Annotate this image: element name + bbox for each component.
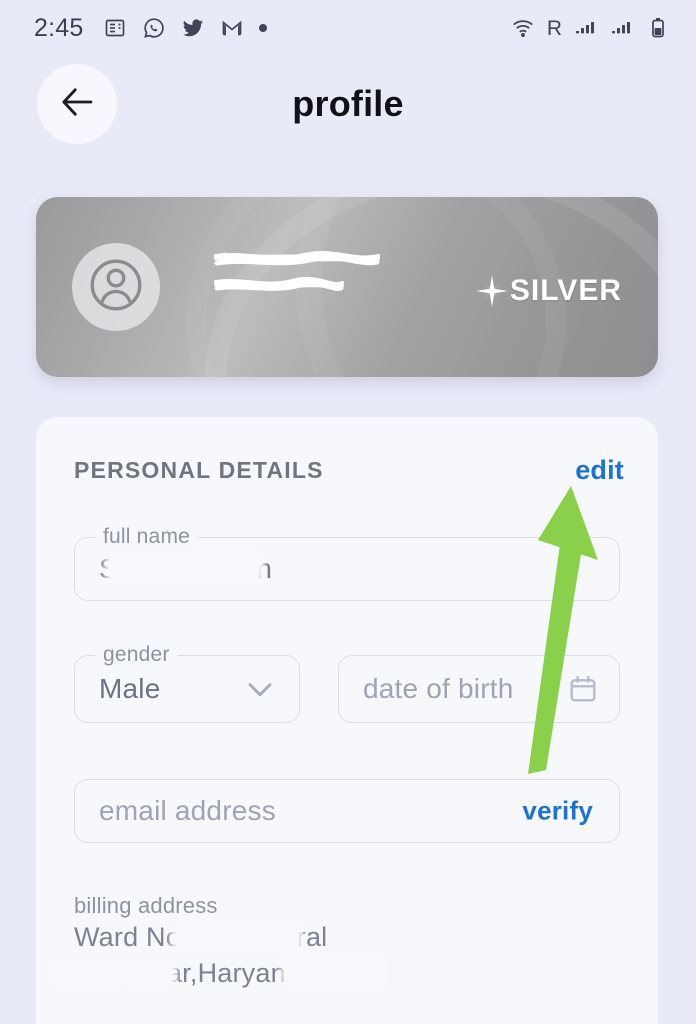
redaction-whiteout-name-2 [195,550,255,568]
roaming-icon: R [546,16,562,40]
edit-link[interactable]: edit [575,455,624,486]
personal-details-title: PERSONAL DETAILS [74,457,324,483]
verify-button[interactable]: verify [522,796,593,827]
redaction-scribble-name [214,251,380,266]
gender-value: Male [99,673,161,704]
page-title: profile [292,83,404,124]
redaction-whiteout-address-3 [286,960,382,984]
phone-screen: 2:45 R profile SILVER PERSONAL DETAILS e… [0,0,696,1024]
signal-bars-2-icon [610,16,634,40]
full-name-field[interactable]: full name Sumit Tandon [74,525,620,601]
status-bar-notification-icons [103,16,268,40]
card-member-phone [214,277,344,294]
gender-label: gender [95,643,178,667]
date-of-birth-placeholder: date of birth [363,673,514,704]
battery-icon [646,16,670,40]
chevron-down-icon[interactable] [243,672,277,706]
membership-card[interactable]: SILVER [36,197,658,377]
twitter-icon [181,16,205,40]
sparkle-icon [472,271,512,311]
email-field[interactable]: email address verify [74,779,620,843]
date-of-birth-field[interactable]: date of birth [338,655,620,723]
app-header: profile [0,56,696,166]
billing-address-label: billing address [74,893,218,918]
redaction-whiteout-address-1 [176,926,298,948]
email-placeholder: email address [99,795,276,826]
calendar-icon[interactable] [567,673,599,705]
membership-tier: SILVER [472,271,622,311]
whatsapp-icon [142,16,166,40]
gender-field[interactable]: gender Male [74,643,300,723]
status-bar: 2:45 R [0,0,696,56]
wifi-icon [511,16,535,40]
status-bar-right: R [511,16,670,40]
user-circle-icon [85,254,147,321]
membership-tier-label: SILVER [509,274,622,307]
gmail-icon [220,16,244,40]
news-icon [103,16,127,40]
status-bar-clock: 2:45 [34,13,84,42]
avatar [72,243,160,331]
dot-icon [259,24,268,32]
card-identity [214,251,380,294]
signal-bars-icon [574,16,598,40]
card-member-name [214,251,380,270]
redaction-whiteout-address-2 [52,962,172,984]
redaction-scribble-phone [214,277,344,292]
full-name-label: full name [95,525,199,549]
status-bar-left: 2:45 [34,13,268,43]
